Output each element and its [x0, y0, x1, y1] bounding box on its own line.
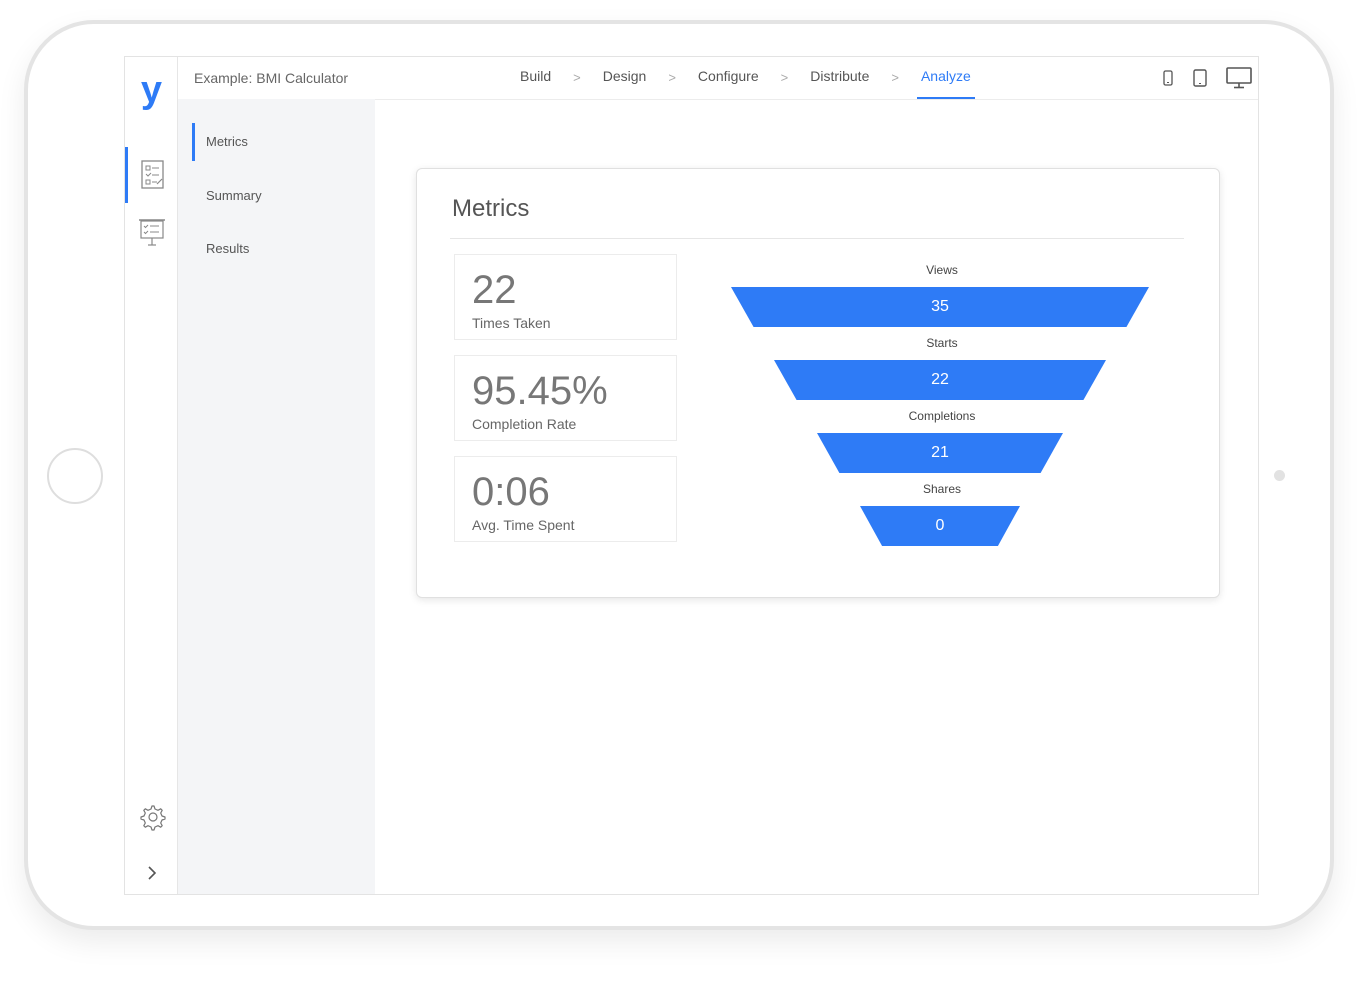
desktop-icon [1226, 67, 1252, 89]
step-separator-icon: > [891, 70, 899, 85]
step-design[interactable]: Design [599, 57, 651, 99]
metrics-card: Metrics 22 Times Taken 95.45% Completion… [416, 168, 1220, 598]
device-preview-toggles [1144, 67, 1252, 89]
expand-rail-button[interactable] [125, 845, 178, 894]
camera-dot [1274, 470, 1285, 481]
stat-avg-time-spent: 0:06 Avg. Time Spent [454, 456, 677, 542]
chevron-right-icon [147, 866, 156, 880]
stat-label: Completion Rate [472, 416, 577, 432]
metrics-divider [450, 238, 1184, 239]
app-screen: y Example: BMI Calculator Build > Design… [124, 56, 1259, 895]
rail-item-presentation[interactable] [125, 205, 178, 261]
analyze-checklist-icon [141, 160, 164, 189]
desktop-preview-button[interactable] [1226, 67, 1252, 89]
step-separator-icon: > [668, 70, 676, 85]
tablet-preview-button[interactable] [1192, 69, 1208, 87]
tablet-icon [1193, 69, 1207, 87]
funnel-label-starts: Starts [926, 336, 958, 350]
funnel-label-views: Views [926, 263, 958, 277]
analyze-subnav: Metrics Summary Results [178, 99, 375, 894]
settings-button[interactable] [125, 789, 178, 845]
phone-icon [1163, 70, 1173, 86]
stat-times-taken: 22 Times Taken [454, 254, 677, 340]
metrics-title: Metrics [452, 195, 530, 222]
stat-label: Avg. Time Spent [472, 517, 575, 533]
funnel-label-completions: Completions [908, 409, 976, 423]
stat-completion-rate: 95.45% Completion Rate [454, 355, 677, 441]
funnel-bar-starts: 22 [774, 360, 1106, 400]
step-build[interactable]: Build [516, 57, 555, 99]
stat-value: 95.45% [472, 369, 608, 413]
stat-label: Times Taken [472, 315, 551, 331]
stat-value: 22 [472, 268, 517, 312]
funnel-bar-views: 35 [731, 287, 1149, 327]
funnel-bar-shares: 0 [860, 506, 1020, 546]
home-button [47, 448, 103, 504]
presentation-board-icon [138, 219, 165, 246]
gear-icon [139, 805, 166, 831]
subnav-item-results[interactable]: Results [192, 230, 362, 268]
step-analyze[interactable]: Analyze [916, 57, 975, 99]
logo[interactable]: y [125, 65, 178, 115]
workflow-steps: Build > Design > Configure > Distribute … [516, 57, 975, 99]
phone-preview-button[interactable] [1162, 70, 1174, 86]
subnav-item-summary[interactable]: Summary [192, 177, 362, 215]
icon-rail: y [125, 57, 178, 894]
subnav-item-metrics[interactable]: Metrics [192, 123, 362, 161]
rail-item-analyze[interactable] [125, 147, 178, 203]
step-separator-icon: > [780, 70, 789, 85]
step-separator-icon: > [573, 70, 581, 85]
funnel-bar-completions: 21 [817, 433, 1063, 473]
app-title: Example: BMI Calculator [194, 70, 349, 86]
stat-value: 0:06 [472, 470, 550, 514]
step-distribute[interactable]: Distribute [806, 57, 873, 99]
funnel-label-shares: Shares [922, 482, 962, 496]
top-header: Example: BMI Calculator Build > Design >… [178, 57, 1258, 100]
step-configure[interactable]: Configure [694, 57, 763, 99]
